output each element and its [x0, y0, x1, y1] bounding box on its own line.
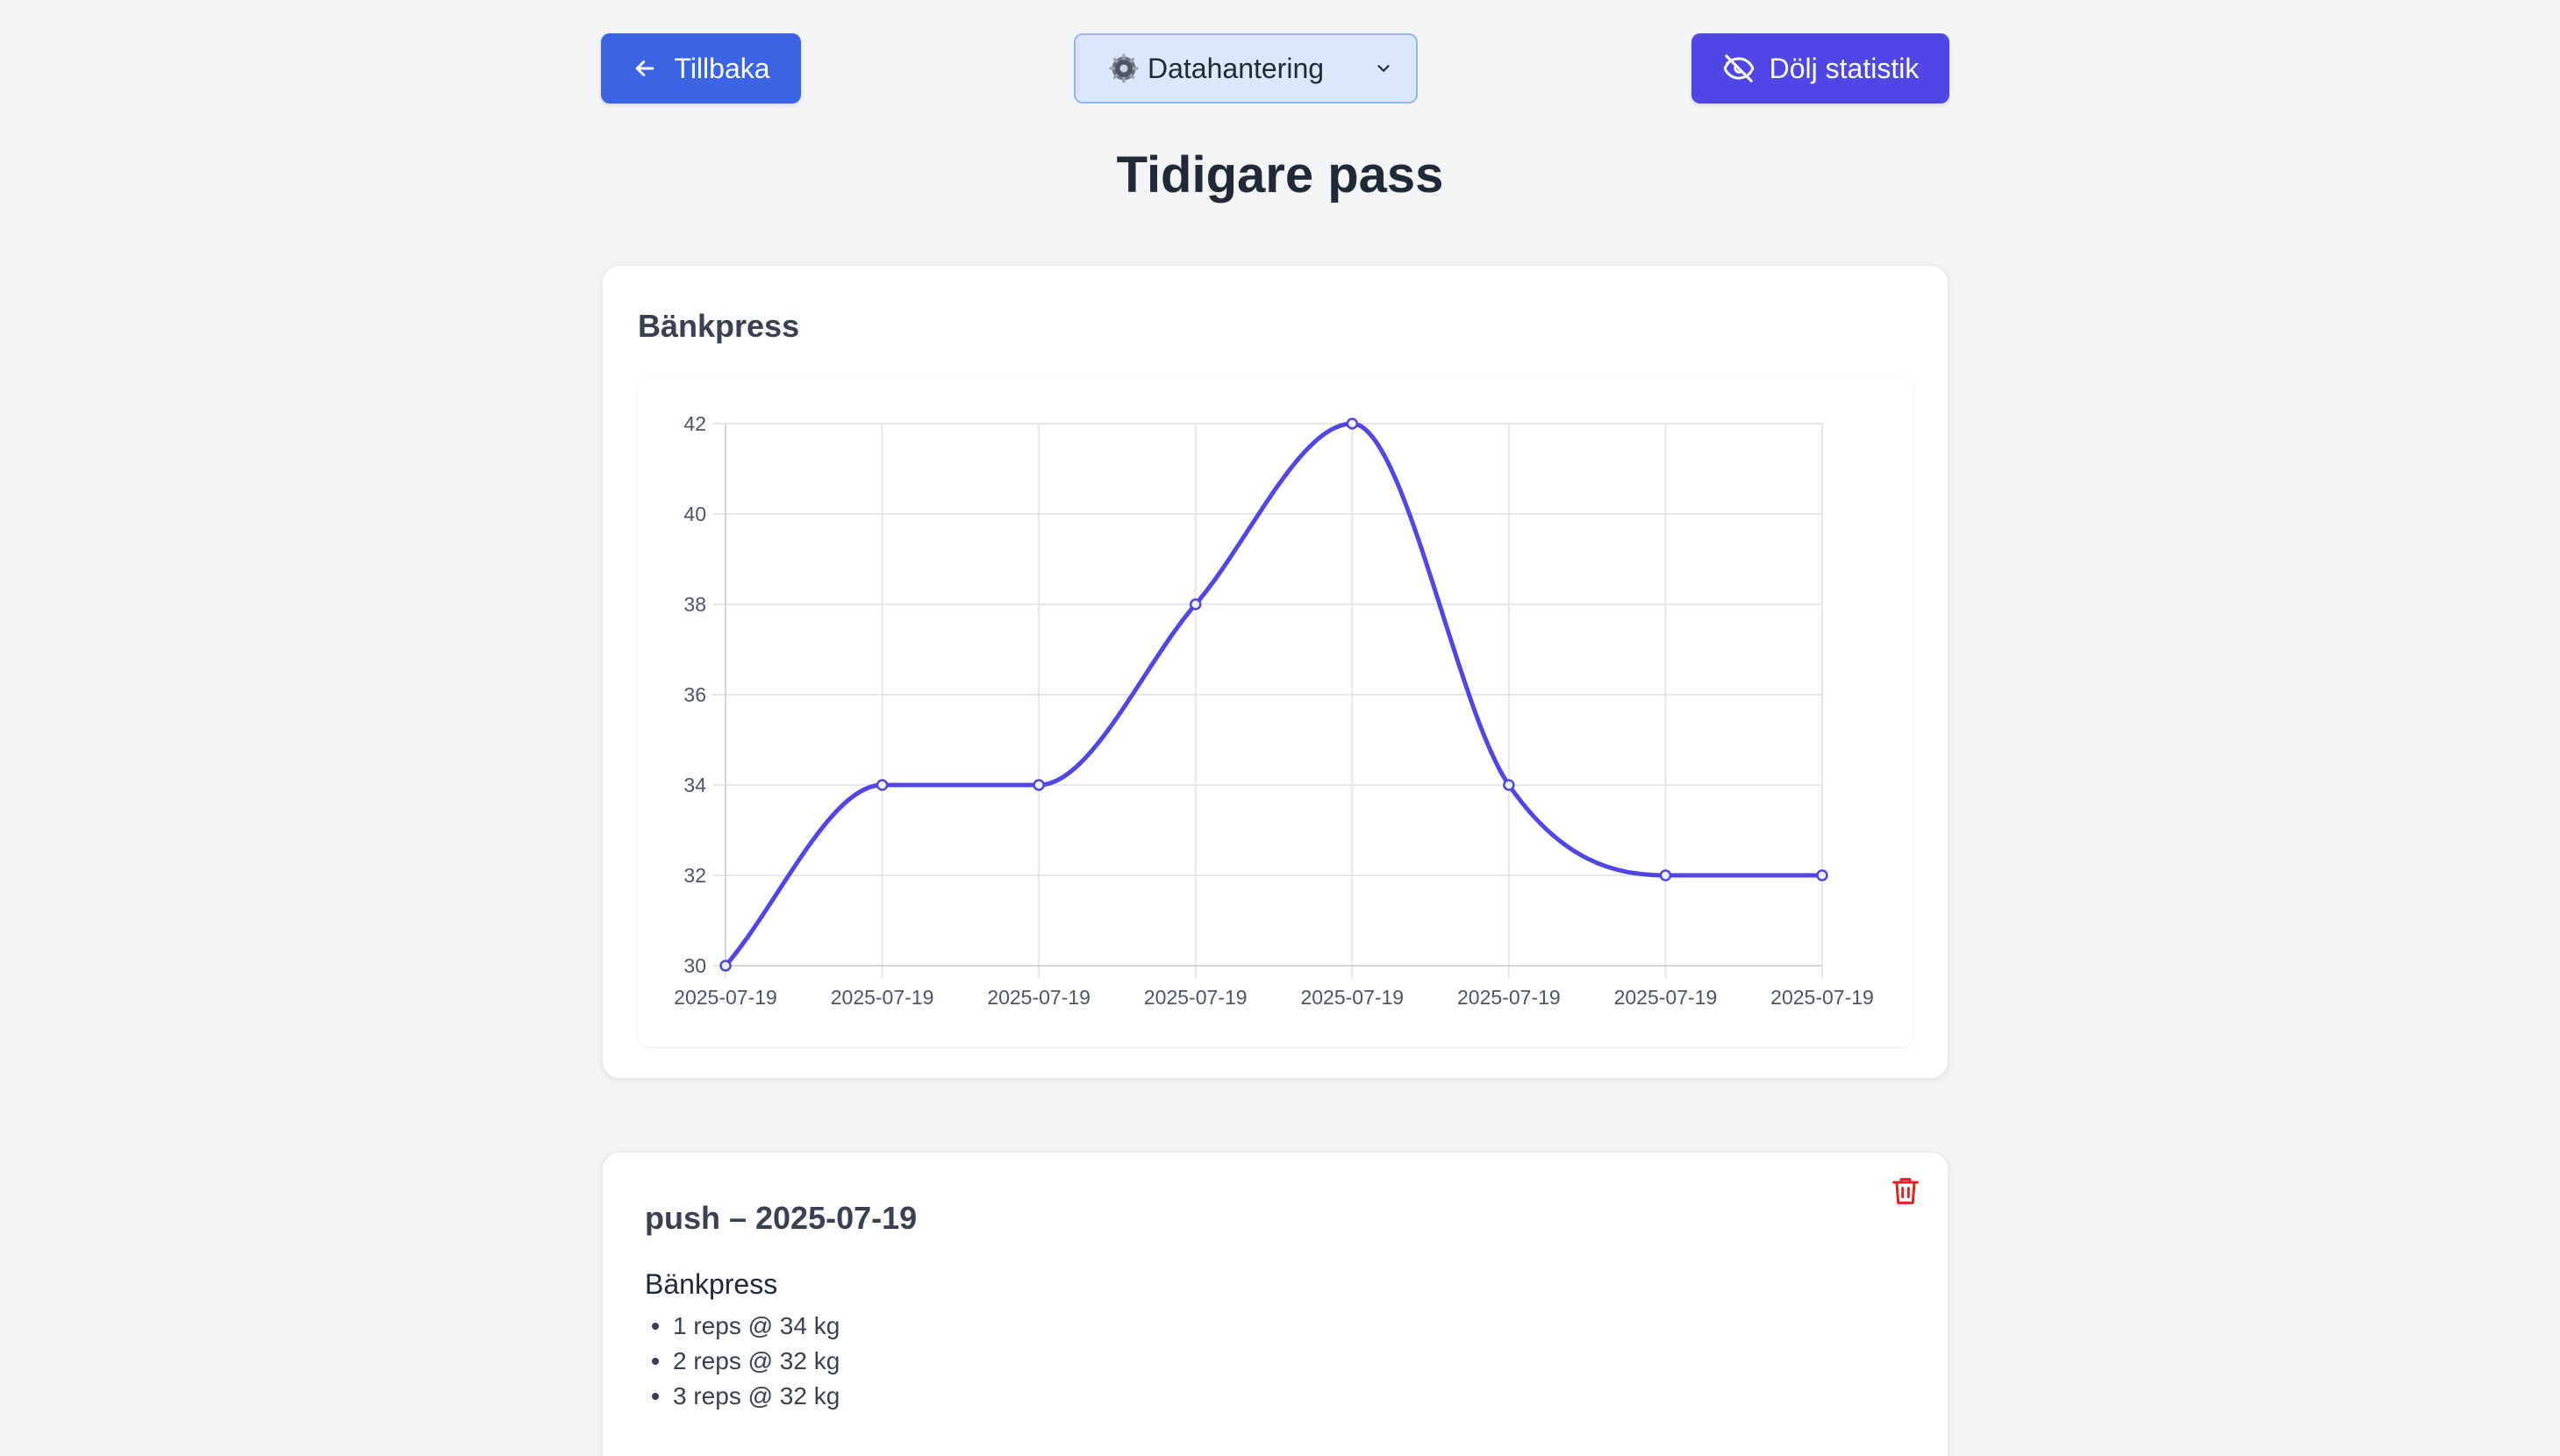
set-list: 1 reps @ 34 kg 2 reps @ 32 kg 3 reps @ 3… — [645, 1309, 840, 1414]
set-item: 2 reps @ 32 kg — [645, 1344, 840, 1379]
data-point — [1503, 779, 1515, 791]
set-text: 2 reps @ 32 kg — [673, 1347, 840, 1374]
data-point — [1033, 779, 1045, 791]
set-item: 3 reps @ 32 kg — [645, 1379, 840, 1414]
x-tick-label: 2025-07-19 — [1614, 986, 1718, 1009]
y-tick-label: 42 — [683, 412, 706, 435]
exercise-name: Bänkpress — [645, 1268, 778, 1300]
bullet — [652, 1393, 659, 1400]
data-management-select[interactable]: Datahantering — [1074, 33, 1418, 103]
x-tick-label: 2025-07-19 — [987, 986, 1091, 1009]
chart-title: Bänkpress — [638, 308, 800, 344]
y-tick-label: 32 — [683, 864, 706, 887]
x-tick-label: 2025-07-19 — [1144, 986, 1248, 1009]
back-button-label: Tillbaka — [674, 52, 770, 84]
page: Tillbaka Datahantering Dölj statistik Ti… — [0, 0, 2560, 1456]
trash-icon[interactable] — [1888, 1174, 1923, 1209]
data-point — [1816, 869, 1828, 881]
y-tick-label: 36 — [683, 683, 706, 706]
x-tick-label: 2025-07-19 — [1457, 986, 1561, 1009]
data-point — [876, 779, 889, 791]
bullet — [652, 1358, 659, 1365]
eye-off-icon — [1723, 54, 1754, 82]
chevron-down-icon — [1377, 65, 1390, 72]
line-chart: 30 32 34 36 38 40 42 2025-07-19 2025-07-19 2025-0… — [674, 412, 1874, 1009]
data-point — [719, 960, 732, 972]
data-point — [1346, 418, 1359, 430]
data-point — [1189, 598, 1202, 610]
x-tick-label: 2025-07-19 — [831, 986, 934, 1009]
chart-card: Bänkpress 30 32 34 36 38 40 42 2025-07-19 2025-0… — [602, 265, 1949, 1079]
y-tick-label: 34 — [683, 774, 706, 796]
hide-statistics-label: Dölj statistik — [1769, 52, 1920, 84]
x-tick-label: 2025-07-19 — [1300, 986, 1404, 1009]
data-management-select-value: Datahantering — [1148, 52, 1325, 84]
back-button[interactable]: Tillbaka — [601, 33, 801, 103]
set-item: 1 reps @ 34 kg — [645, 1309, 840, 1344]
y-tick-label: 40 — [683, 503, 706, 525]
bullet — [652, 1323, 659, 1330]
page-title: Tidigare pass — [1116, 146, 1444, 203]
data-point — [1659, 869, 1672, 881]
hide-statistics-button[interactable]: Dölj statistik — [1691, 33, 1949, 103]
chart-area: 30 32 34 36 38 40 42 2025-07-19 2025-07-19 2025-0… — [638, 378, 1913, 1046]
session-card: push – 2025-07-19 Bänkpress 1 reps @ 34 … — [602, 1152, 1949, 1456]
session-title: push – 2025-07-19 — [645, 1200, 918, 1236]
x-tick-label: 2025-07-19 — [1770, 986, 1874, 1009]
y-tick-label: 30 — [683, 954, 706, 977]
gear-icon — [1109, 54, 1139, 83]
x-tick-label: 2025-07-19 — [674, 986, 777, 1009]
arrow-left-icon — [636, 61, 654, 76]
y-tick-label: 38 — [683, 593, 706, 616]
set-text: 1 reps @ 34 kg — [673, 1312, 840, 1339]
set-text: 3 reps @ 32 kg — [673, 1382, 840, 1410]
